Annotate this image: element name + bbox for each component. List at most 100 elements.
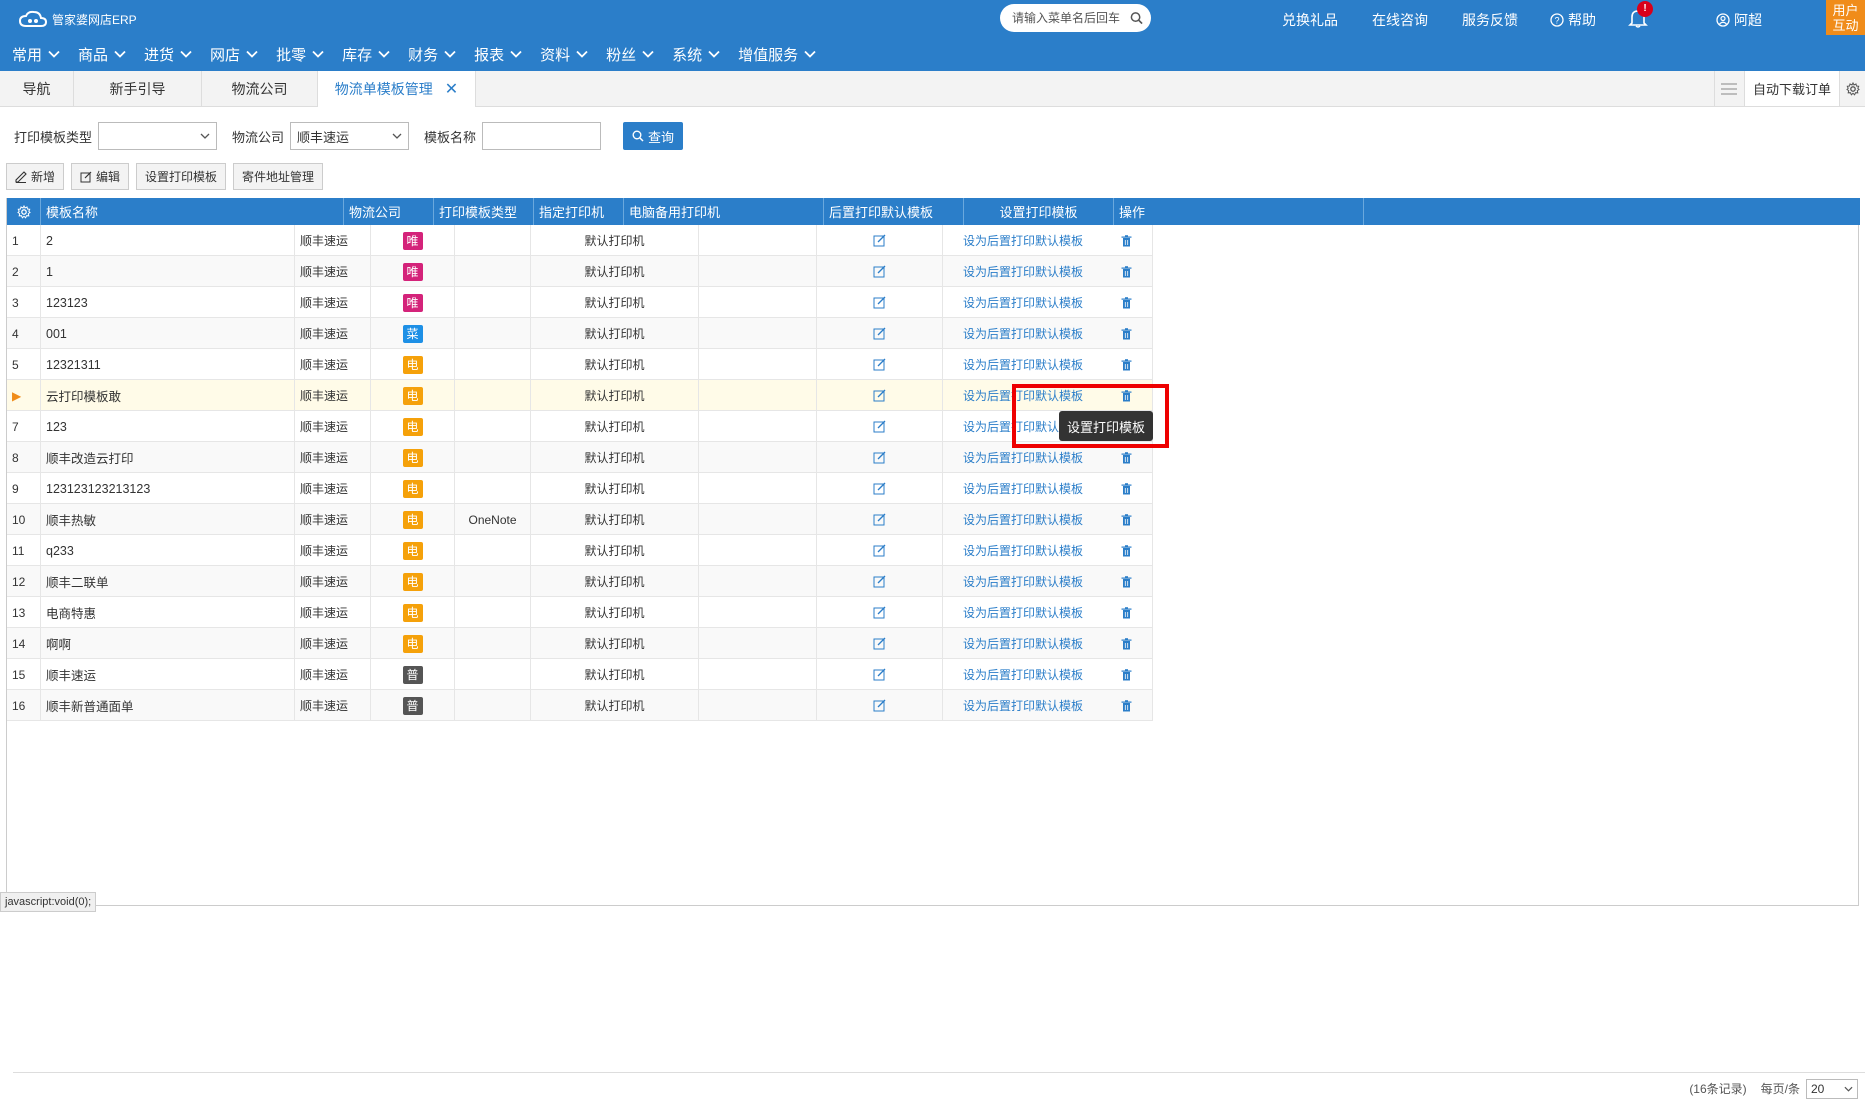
edit-icon[interactable] [873, 699, 886, 712]
table-row[interactable]: 11 q233 顺丰速运 电 默认打印机 设为后置打印默认模板 [7, 535, 1153, 566]
edit-icon[interactable] [873, 575, 886, 588]
per-page-select[interactable]: 20 [1806, 1078, 1858, 1099]
edit-icon[interactable] [873, 544, 886, 557]
trash-icon[interactable] [1121, 699, 1132, 712]
trash-icon[interactable] [1121, 482, 1132, 495]
trash-icon[interactable] [1121, 234, 1132, 247]
feedback-link[interactable]: 服务反馈 [1462, 10, 1518, 30]
online-consult-link[interactable]: 在线咨询 [1372, 10, 1428, 30]
edit-button[interactable]: 编辑 [71, 163, 130, 190]
col-header-template-type[interactable]: 打印模板类型 [434, 198, 534, 225]
search-icon[interactable] [1130, 11, 1143, 25]
menu-item-10[interactable]: 系统 [672, 44, 720, 65]
table-row[interactable]: 10 顺丰热敏 顺丰速运 电 OneNote 默认打印机 设为后置打印默认模板 [7, 504, 1153, 535]
user-menu[interactable]: 阿超 [1716, 10, 1762, 30]
auto-download-orders-button[interactable]: 自动下载订单 [1743, 71, 1839, 106]
col-header-post-print-default[interactable]: 后置打印默认模板 [824, 198, 964, 225]
menu-item-7[interactable]: 报表 [474, 44, 522, 65]
template-type-select[interactable] [98, 122, 218, 150]
edit-icon[interactable] [873, 637, 886, 650]
table-row[interactable]: 9 123123123213123 顺丰速运 电 默认打印机 设为后置打印默认模板 [7, 473, 1153, 504]
menu-search-input[interactable] [1012, 11, 1130, 25]
menu-item-2[interactable]: 进货 [144, 44, 192, 65]
set-post-print-default-link[interactable]: 设为后置打印默认模板 [963, 604, 1083, 621]
menu-item-3[interactable]: 网店 [210, 44, 258, 65]
edit-icon[interactable] [873, 234, 886, 247]
tab-logistics-company[interactable]: 物流公司 [202, 71, 318, 106]
set-post-print-default-link[interactable]: 设为后置打印默认模板 [963, 325, 1083, 342]
redeem-gift-link[interactable]: 兑换礼品 [1282, 10, 1338, 30]
edit-icon[interactable] [873, 482, 886, 495]
set-post-print-default-link[interactable]: 设为后置打印默认模板 [963, 232, 1083, 249]
set-post-print-default-link[interactable]: 设为后置打印默认模板 [963, 263, 1083, 280]
edit-icon[interactable] [873, 420, 886, 433]
table-row[interactable]: ▶ 云打印模板敢 顺丰速运 电 默认打印机 设为后置打印默认模板 [7, 380, 1153, 411]
col-header-backup-printer[interactable]: 电脑备用打印机 [624, 198, 824, 225]
col-header-operations[interactable]: 操作 [1114, 198, 1364, 225]
set-print-template-button[interactable]: 设置打印模板 [136, 163, 227, 190]
trash-icon[interactable] [1121, 296, 1132, 309]
tab-navigation[interactable]: 导航 [0, 71, 74, 106]
table-row[interactable]: 5 12321311 顺丰速运 电 默认打印机 设为后置打印默认模板 [7, 349, 1153, 380]
menu-item-11[interactable]: 增值服务 [738, 44, 816, 65]
table-row[interactable]: 2 1 顺丰速运 唯 默认打印机 设为后置打印默认模板 [7, 256, 1153, 287]
add-button[interactable]: 新增 [6, 163, 65, 190]
menu-item-5[interactable]: 库存 [342, 44, 390, 65]
edit-icon[interactable] [873, 513, 886, 526]
table-row[interactable]: 3 123123 顺丰速运 唯 默认打印机 设为后置打印默认模板 [7, 287, 1153, 318]
edit-icon[interactable] [873, 606, 886, 619]
col-header-set-template[interactable]: 设置打印模板 [964, 198, 1114, 225]
set-post-print-default-link[interactable]: 设为后置打印默认模板 [963, 449, 1083, 466]
trash-icon[interactable] [1121, 389, 1132, 402]
edit-icon[interactable] [873, 296, 886, 309]
table-row[interactable]: 1 2 顺丰速运 唯 默认打印机 设为后置打印默认模板 [7, 225, 1153, 256]
edit-icon[interactable] [873, 451, 886, 464]
company-select[interactable]: 顺丰速运 [290, 122, 410, 150]
edit-icon[interactable] [873, 668, 886, 681]
trash-icon[interactable] [1121, 513, 1132, 526]
menu-item-0[interactable]: 常用 [12, 44, 60, 65]
notification-bell[interactable]: ! [1627, 1, 1653, 32]
set-post-print-default-link[interactable]: 设为后置打印默认模板 [963, 697, 1083, 714]
table-row[interactable]: 7 123 顺丰速运电默认打印机 设为后置打印默认模板 [7, 411, 1153, 442]
tab-list-icon[interactable] [1713, 71, 1744, 106]
tab-beginner-guide[interactable]: 新手引导 [74, 71, 202, 106]
col-header-template-name[interactable]: 模板名称 [41, 198, 344, 225]
query-button[interactable]: 查询 [623, 122, 684, 150]
edit-icon[interactable] [873, 358, 886, 371]
set-post-print-default-link[interactable]: 设为后置打印默认模板 [963, 294, 1083, 311]
table-row[interactable]: 8 顺丰改造云打印 顺丰速运 电 默认打印机 设为后置打印默认模板 [7, 442, 1153, 473]
user-interaction-button[interactable]: 用户 互动 [1826, 0, 1865, 35]
menu-item-9[interactable]: 粉丝 [606, 44, 654, 65]
column-settings-icon[interactable] [7, 198, 41, 225]
table-row[interactable]: 15 顺丰速运 顺丰速运普默认打印机 设为后置打印默认模板 [7, 659, 1153, 690]
col-header-company[interactable]: 物流公司 [344, 198, 434, 225]
set-post-print-default-link[interactable]: 设为后置打印默认模板 [963, 480, 1083, 497]
trash-icon[interactable] [1121, 544, 1132, 557]
set-post-print-default-link[interactable]: 设为后置打印默认模板 [963, 635, 1083, 652]
edit-icon[interactable] [873, 327, 886, 340]
trash-icon[interactable] [1121, 637, 1132, 650]
sender-address-manage-button[interactable]: 寄件地址管理 [233, 163, 324, 190]
trash-icon[interactable] [1121, 668, 1132, 681]
edit-icon[interactable] [873, 389, 886, 402]
close-tab-icon[interactable]: ✕ [445, 79, 458, 99]
set-post-print-default-link[interactable]: 设为后置打印默认模板 [963, 387, 1083, 404]
col-header-printer[interactable]: 指定打印机 [534, 198, 624, 225]
menu-item-6[interactable]: 财务 [408, 44, 456, 65]
menu-item-8[interactable]: 资料 [540, 44, 588, 65]
set-post-print-default-link[interactable]: 设为后置打印默认模板 [963, 511, 1083, 528]
menu-search-box[interactable] [1000, 4, 1151, 32]
menu-item-4[interactable]: 批零 [276, 44, 324, 65]
template-name-input[interactable] [482, 122, 602, 150]
trash-icon[interactable] [1121, 327, 1132, 340]
settings-gear-icon[interactable] [1839, 71, 1865, 106]
trash-icon[interactable] [1121, 575, 1132, 588]
set-post-print-default-link[interactable]: 设为后置打印默认模板 [963, 542, 1083, 559]
table-row[interactable]: 13 电商特惠 顺丰速运 电 默认打印机 设为后置打印默认模板 [7, 597, 1153, 628]
set-post-print-default-link[interactable]: 设为后置打印默认模板 [963, 356, 1083, 373]
trash-icon[interactable] [1121, 606, 1132, 619]
trash-icon[interactable] [1121, 451, 1132, 464]
menu-item-1[interactable]: 商品 [78, 44, 126, 65]
trash-icon[interactable] [1121, 265, 1132, 278]
